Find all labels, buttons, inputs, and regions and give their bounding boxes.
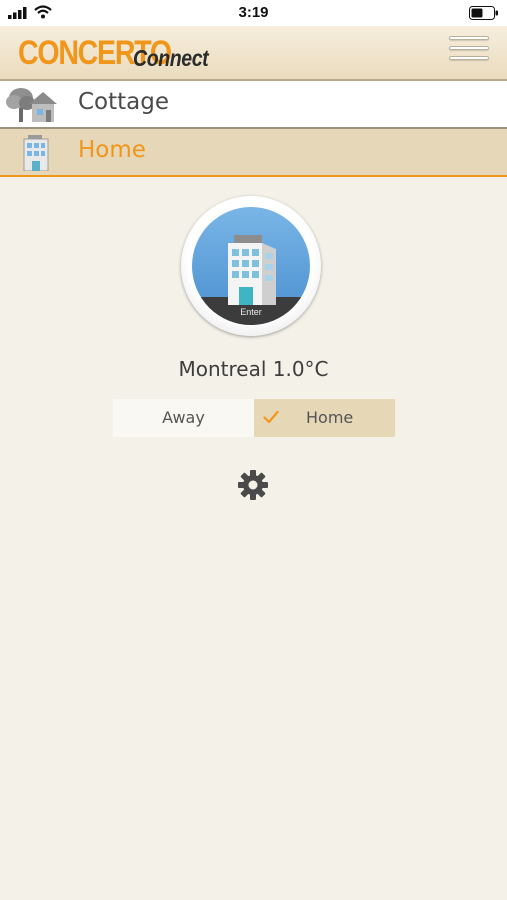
- building-icon: [23, 135, 49, 171]
- enter-label: Enter: [240, 307, 262, 317]
- checkmark-icon: [263, 410, 279, 424]
- gear-icon[interactable]: [237, 469, 269, 501]
- location-item-cottage[interactable]: Cottage: [0, 81, 507, 129]
- mode-away-button[interactable]: Away: [113, 399, 254, 437]
- mode-home-button[interactable]: Home: [254, 399, 395, 437]
- enter-location-button[interactable]: Enter: [181, 196, 321, 336]
- mode-home-label: Home: [306, 408, 354, 427]
- app-header: CONCERTO Connect: [0, 26, 507, 81]
- battery-icon: [469, 6, 498, 20]
- location-label-home: Home: [78, 137, 146, 163]
- location-temperature: Montreal 1.0°C: [178, 357, 329, 381]
- cottage-icon: [6, 88, 57, 122]
- logo-sub-text: Connect: [133, 45, 209, 71]
- status-bar: 3:19: [0, 0, 507, 26]
- concerto-connect-logo: CONCERTO Connect: [18, 34, 209, 72]
- status-time: 3:19: [238, 4, 269, 21]
- location-label-cottage: Cottage: [78, 89, 170, 115]
- hamburger-menu-icon[interactable]: [449, 36, 489, 68]
- mode-toggle: Away Home: [113, 399, 395, 437]
- location-avatar: Enter: [192, 207, 310, 325]
- location-item-home[interactable]: Home: [0, 129, 507, 177]
- building-icon: [228, 235, 276, 305]
